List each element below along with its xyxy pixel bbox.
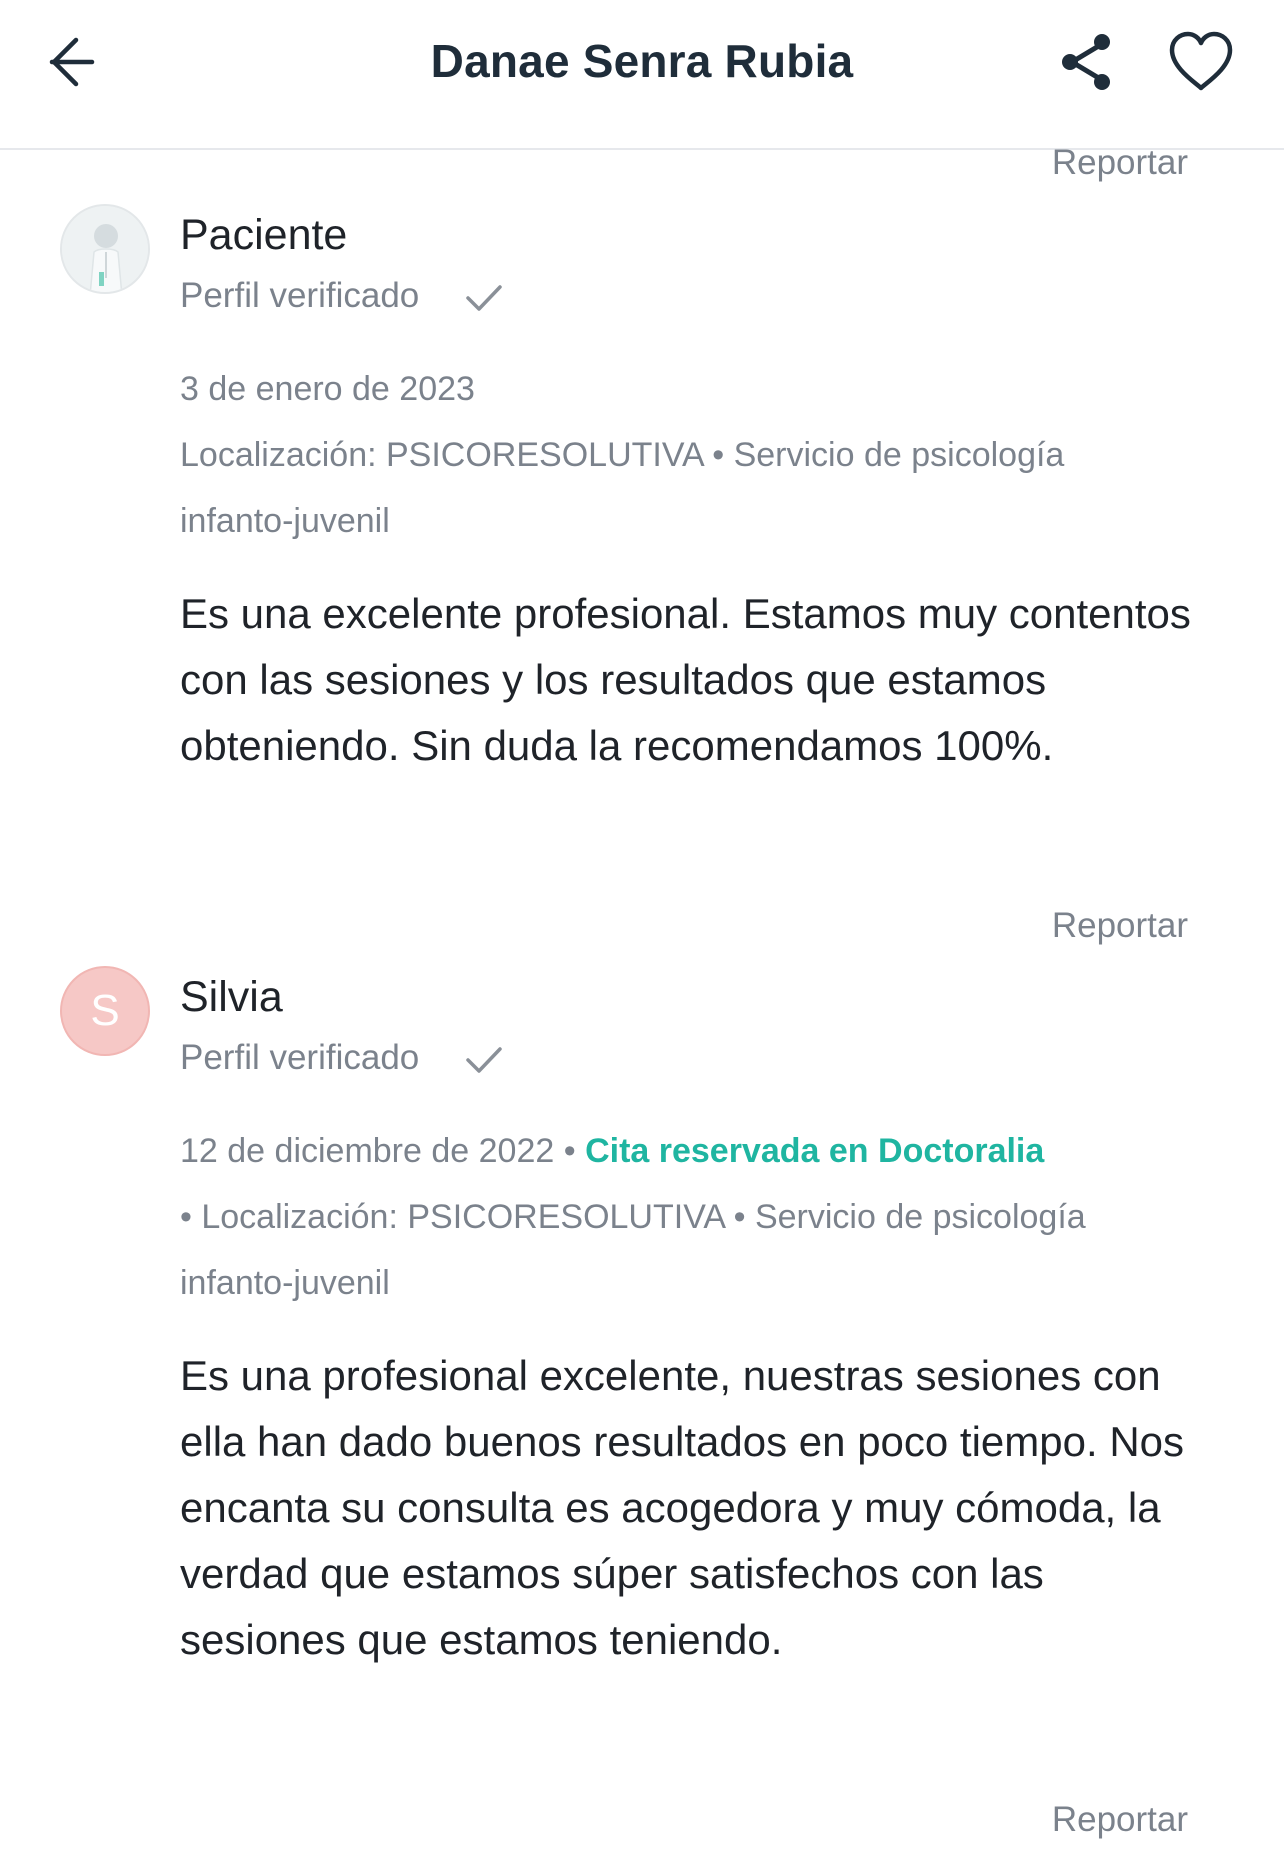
checkmark-icon (466, 1047, 502, 1073)
avatar (60, 204, 150, 294)
verified-label: Perfil verificado (180, 276, 420, 315)
share-icon (1062, 34, 1110, 90)
report-link[interactable]: Reportar (1052, 143, 1188, 183)
report-link[interactable]: Reportar (1052, 1800, 1188, 1840)
review-text: Es una excelente profesional. Estamos mu… (180, 590, 1191, 769)
favorite-button[interactable] (1166, 30, 1236, 94)
review-date: 12 de diciembre de 2022 (180, 1132, 555, 1170)
review-location: Localización: PSICORESOLUTIVA • Servicio… (180, 436, 1065, 474)
verified-label: Perfil verificado (180, 1038, 420, 1077)
app-header: Danae Senra Rubia (0, 0, 1284, 150)
review-date: 3 de enero de 2023 (180, 370, 475, 408)
report-link[interactable]: Reportar (1052, 906, 1188, 946)
avatar: S (60, 966, 150, 1056)
review-text: Es una profesional excelente, nuestras s… (180, 1352, 1185, 1663)
review-meta: 3 de enero de 2023 Localización: PSICORE… (180, 356, 1190, 554)
heart-icon (1169, 31, 1233, 91)
review-author: Paciente (180, 211, 348, 259)
review-meta: 12 de diciembre de 2022 • Cita reservada… (180, 1118, 1190, 1316)
review-date-line: 12 de diciembre de 2022 • Cita reservada… (180, 1118, 1190, 1184)
share-button[interactable] (1056, 30, 1120, 94)
meta-separator: • (563, 1132, 586, 1170)
review-service: infanto-juvenil (180, 1264, 390, 1302)
booked-badge: Cita reservada en Doctoralia (585, 1132, 1045, 1170)
review-location: • Localización: PSICORESOLUTIVA • Servic… (180, 1198, 1086, 1236)
doctor-avatar-icon (62, 206, 148, 292)
review-service: infanto-juvenil (180, 502, 390, 540)
checkmark-icon (466, 285, 502, 311)
review-author: Silvia (180, 973, 283, 1021)
